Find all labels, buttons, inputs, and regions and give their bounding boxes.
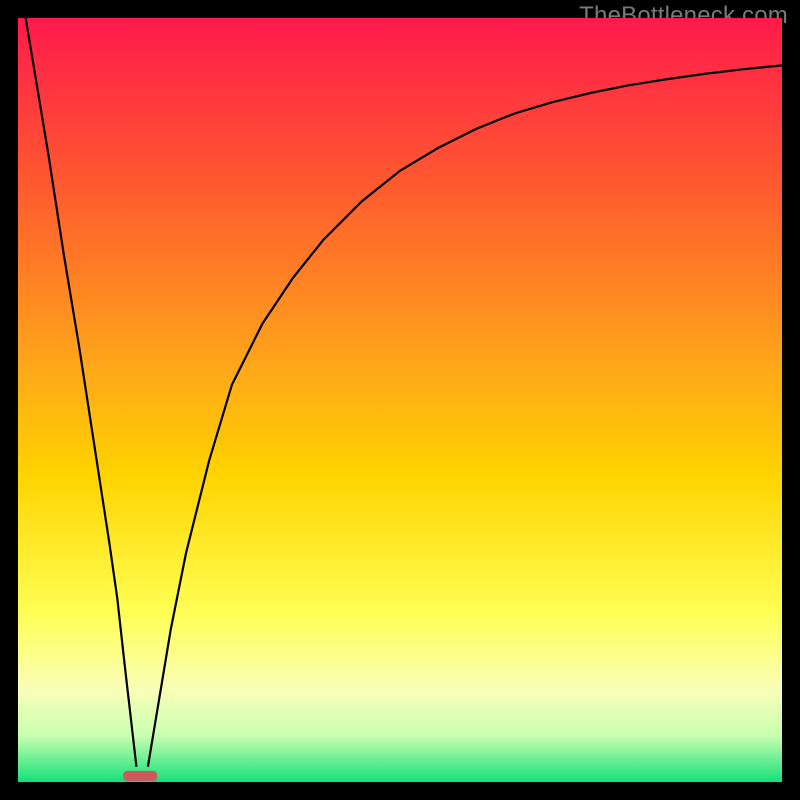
gradient-background bbox=[18, 18, 782, 782]
chart-frame: TheBottleneck.com bbox=[0, 0, 800, 800]
plot-area bbox=[18, 18, 782, 782]
chart-svg bbox=[18, 18, 782, 782]
optimum-marker bbox=[123, 771, 157, 781]
